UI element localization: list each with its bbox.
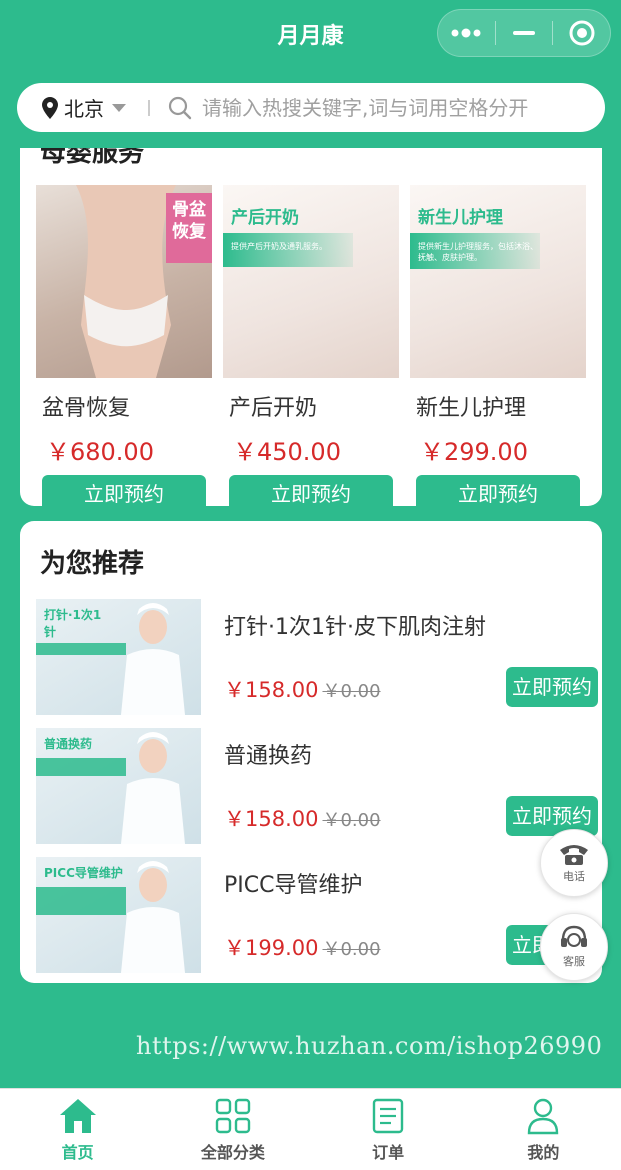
service-price: ￥680.00 (46, 438, 154, 466)
service-item[interactable]: 产后开奶 提供产后开奶及通乳服务。 产后开奶 ￥450.00 立即预约 (223, 185, 399, 506)
close-button[interactable] (553, 10, 610, 56)
service-item[interactable]: 骨盆恢复 盆骨恢复 ￥680.00 立即预约 (36, 185, 212, 506)
recommend-item[interactable]: 打针·1次1针 打针·1次1针·皮下肌肉注射 ￥158.00 ￥0.00 立即预约 (36, 599, 598, 715)
recommend-item[interactable]: 普通换药 普通换药 ￥158.00 ￥0.00 立即预约 (36, 728, 598, 844)
nav-bar: 月月康 (0, 0, 621, 70)
recommend-price-row: ￥199.00 ￥0.00 (224, 932, 381, 962)
service-price: ￥450.00 (233, 438, 341, 466)
tab-categories[interactable]: 全部分类 (155, 1089, 310, 1170)
service-image: 骨盆恢复 (36, 185, 212, 378)
original-price: ￥0.00 (322, 939, 381, 960)
tab-profile[interactable]: 我的 (466, 1089, 621, 1170)
target-icon (569, 20, 595, 46)
image-banner-subtext: 提供产后开奶及通乳服务。 (231, 242, 327, 251)
image-banner-text: 产后开奶 (231, 208, 299, 228)
recommend-thumbnail: 打针·1次1针 (36, 599, 201, 715)
image-banner-subtext: 提供新生儿护理服务，包括沐浴、抚触、皮肤护理。 (418, 242, 538, 262)
book-button[interactable]: 立即预约 (42, 475, 206, 506)
recommend-price-row: ￥158.00 ￥0.00 (224, 674, 381, 704)
recommend-name: 打针·1次1针·皮下肌肉注射 (224, 615, 486, 640)
service-image: 新生儿护理 提供新生儿护理服务，包括沐浴、抚触、皮肤护理。 (410, 185, 586, 378)
book-button[interactable]: 立即预约 (416, 475, 580, 506)
section-title: 母婴服务 (40, 148, 145, 168)
recommend-thumbnail: PICC导管维护 (36, 857, 201, 973)
original-price: ￥0.00 (322, 681, 381, 702)
search-bar: 北京 (17, 83, 605, 132)
tab-bar: 首页 全部分类 订单 我的 (0, 1088, 621, 1170)
tab-home[interactable]: 首页 (0, 1089, 155, 1170)
telephone-icon (560, 845, 588, 865)
tab-label: 订单 (372, 1143, 405, 1162)
tab-label: 首页 (61, 1143, 94, 1162)
recommend-name: 普通换药 (224, 744, 313, 769)
minimize-button[interactable] (496, 10, 553, 56)
nurse-figure-icon (121, 603, 185, 715)
nurse-figure-icon (121, 732, 185, 844)
recommend-card: 为您推荐 打针·1次1针 打针·1次1针·皮下肌肉注射 ￥158.00 ￥0.00… (20, 521, 602, 983)
service-label: 客服 (563, 955, 585, 968)
image-banner-text: 骨盆恢复 (172, 200, 206, 242)
search-input[interactable] (202, 95, 562, 120)
tab-label: 我的 (527, 1143, 560, 1162)
book-button[interactable]: 立即预约 (506, 667, 598, 707)
original-price: ￥0.00 (322, 810, 381, 831)
recommend-thumbnail: 普通换药 (36, 728, 201, 844)
tab-label: 全部分类 (200, 1143, 265, 1162)
minimize-icon (513, 31, 535, 35)
book-button[interactable]: 立即预约 (229, 475, 393, 506)
headset-icon (561, 925, 587, 947)
phone-float-button[interactable]: 电话 (540, 829, 608, 897)
service-name: 新生儿护理 (416, 396, 527, 421)
location-pin-icon (42, 96, 58, 119)
thumbnail-banner-text: 打针·1次1针 (44, 608, 102, 639)
tab-orders[interactable]: 订单 (311, 1089, 466, 1170)
service-name: 盆骨恢复 (42, 396, 131, 421)
user-icon (528, 1098, 559, 1135)
recommend-price: ￥158.00 (224, 678, 319, 702)
service-name: 产后开奶 (229, 396, 318, 421)
home-icon (59, 1099, 96, 1133)
service-float-button[interactable]: 客服 (540, 913, 608, 981)
watermark-text: https://www.huzhan.com/ishop26990 (136, 1032, 603, 1060)
order-icon (372, 1098, 404, 1134)
search-icon (168, 96, 192, 119)
recommend-name: PICC导管维护 (224, 873, 363, 898)
caret-down-icon (112, 103, 126, 112)
service-image: 产后开奶 提供产后开奶及通乳服务。 (223, 185, 399, 378)
phone-label: 电话 (563, 870, 585, 883)
search-divider (148, 99, 150, 116)
nurse-figure-icon (121, 861, 185, 973)
grid-icon (215, 1098, 251, 1134)
more-button[interactable] (438, 10, 495, 56)
maternal-services-card: 母婴服务 骨盆恢复 盆骨恢复 ￥680.00 立即预约 产后开奶 提供产后开奶及… (20, 148, 602, 506)
service-item[interactable]: 新生儿护理 提供新生儿护理服务，包括沐浴、抚触、皮肤护理。 新生儿护理 ￥299… (410, 185, 586, 506)
recommend-price: ￥158.00 (224, 807, 319, 831)
recommend-price: ￥199.00 (224, 936, 319, 960)
city-label: 北京 (64, 97, 104, 121)
image-banner-badge: 骨盆恢复 (166, 193, 212, 263)
mini-program-capsule (437, 9, 611, 57)
recommend-item[interactable]: PICC导管维护 PICC导管维护 ￥199.00￥0.00 立即预约 (36, 857, 598, 973)
section-title: 为您推荐 (40, 549, 145, 579)
thumbnail-banner-text: 普通换药 (44, 737, 93, 751)
image-banner-text: 新生儿护理 (418, 208, 503, 228)
recommend-price-row: ￥158.00 ￥0.00 (224, 803, 381, 833)
more-icon (451, 28, 481, 38)
city-selector[interactable]: 北京 (42, 93, 126, 122)
service-price: ￥299.00 (420, 438, 528, 466)
